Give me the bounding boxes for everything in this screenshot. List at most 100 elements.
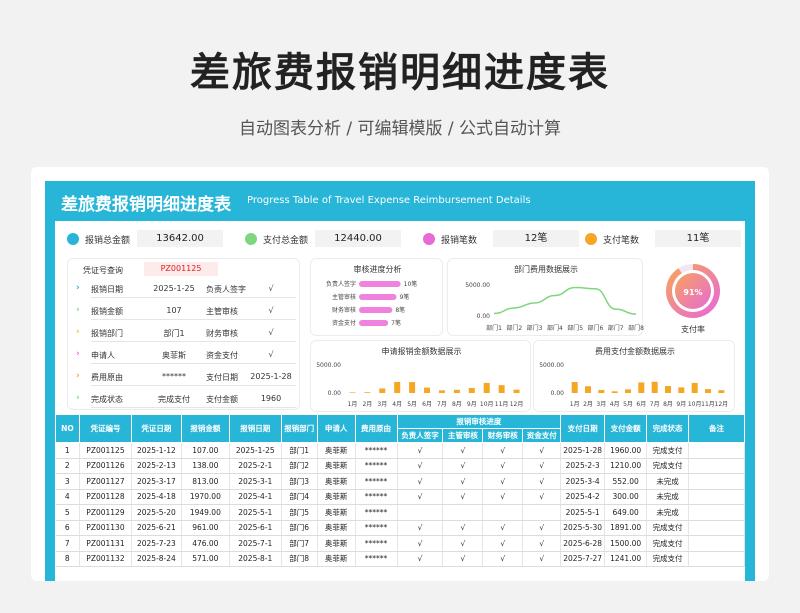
table-cell: 2025-8-24 (131, 551, 182, 567)
bar (571, 382, 578, 393)
table-cell: PZ001125 (79, 442, 132, 459)
table-cell: 2025-1-25 (229, 442, 282, 459)
table-cell: 961.00 (181, 520, 230, 536)
table-cell: √ (397, 535, 444, 552)
voucher-row: › 报销金额 107 主管审核 √ (76, 302, 298, 320)
chevron-right-icon: › (76, 305, 80, 315)
table-cell: 奥菲斯 (317, 458, 356, 474)
bar (513, 389, 520, 393)
x-tick-label: 1月 (348, 401, 358, 408)
y-tick-label: 5000.00 (539, 362, 564, 369)
table-cell: √ (482, 520, 524, 536)
table-cell: 300.00 (604, 489, 648, 505)
table-row[interactable]: 1 PZ001125 2025-1-12 107.00 2025-1-25 部门1 奥菲斯 *… (55, 442, 745, 459)
table-cell (688, 535, 745, 552)
bar (468, 387, 475, 393)
x-tick-label: 部门4 (547, 324, 563, 332)
table-cell: 2025-2-13 (131, 458, 182, 474)
table-cell: √ (442, 442, 484, 459)
table-cell (397, 504, 444, 521)
table-cell: 2025-5-1 (560, 504, 606, 521)
voucher-row-underline (91, 319, 296, 320)
column-header: NO (55, 414, 80, 443)
table-cell: 2025-7-1 (229, 535, 282, 552)
x-tick-label: 部门6 (588, 324, 604, 332)
table-cell: ****** (355, 551, 398, 567)
table-cell: PZ001129 (79, 504, 132, 521)
audit-progress-chart: 负责人签字 10笔主管审核 9笔财务审核 8笔资金支付 7笔 (326, 280, 417, 327)
dashboard-banner: 差旅费报销明细进度表 Progress Table of Travel Expe… (45, 181, 755, 221)
table-cell: 完成支付 (646, 520, 690, 536)
table-cell: PZ001130 (79, 520, 132, 536)
table-cell: 2025-2-1 (229, 458, 282, 474)
x-tick-label: 10月 (688, 401, 702, 408)
bar-category-label: 负责人签字 (326, 280, 356, 288)
voucher-row: › 报销日期 2025-1-25 负责人签字 √ (76, 280, 298, 298)
table-cell: ****** (355, 489, 398, 505)
y-tick-label: 5000.00 (465, 282, 490, 289)
x-tick-label: 5月 (407, 401, 417, 408)
column-header: 支付日期 (560, 414, 606, 443)
kpi-total-reimbursed: 报销总金额 13642.00 (67, 229, 227, 249)
bar (651, 381, 658, 393)
x-tick-label: 4月 (392, 401, 402, 408)
table-cell: 1949.00 (181, 504, 230, 521)
x-tick-label: 9月 (467, 401, 477, 408)
table-cell: ****** (355, 442, 398, 459)
bar (678, 387, 685, 393)
bar (364, 392, 371, 393)
table-cell (442, 504, 484, 521)
x-tick-label: 11月 (495, 401, 509, 408)
department-expense-chart: 5000.00 0.00 部门1 部门2 部门3 部门4 部门5 部门6 部门7 部门8 (465, 282, 644, 332)
bar (409, 382, 416, 393)
voucher-query-input[interactable]: PZ001125 (144, 262, 218, 276)
table-row[interactable]: 2 PZ001126 2025-2-13 138.00 2025-2-1 部门2 奥菲斯 **… (55, 458, 745, 474)
chevron-right-icon: › (76, 371, 80, 381)
table-cell: √ (522, 520, 562, 536)
column-subheader: 负责人签字 (396, 428, 444, 443)
table-row[interactable]: 8 PZ001132 2025-8-24 571.00 2025-8-1 部门8 奥菲斯 **… (55, 551, 745, 567)
table-cell: 2025-7-23 (131, 535, 182, 552)
table-row[interactable]: 7 PZ001131 2025-7-23 476.00 2025-7-1 部门7 奥菲斯 **… (55, 535, 745, 552)
table-cell: 476.00 (181, 535, 230, 552)
kpi-reimburse-count: 报销笔数 12笔 (423, 229, 583, 249)
voucher-field-label: 报销日期 (91, 285, 123, 294)
table-row[interactable]: 6 PZ001130 2025-6-21 961.00 2025-6-1 部门6 奥菲斯 **… (55, 520, 745, 536)
voucher-row-underline (91, 297, 296, 298)
table-cell: 649.00 (604, 504, 648, 521)
kpi-label: 报销总金额 (85, 236, 131, 246)
voucher-field-label: 支付金额 (206, 395, 238, 404)
table-row[interactable]: 5 PZ001129 2025-5-20 1949.00 2025-5-1 部门5 奥菲斯 *… (55, 504, 745, 521)
table-cell: ****** (355, 473, 398, 490)
voucher-row: › 完成状态 完成支付 支付金额 1960 (76, 390, 298, 408)
x-tick-label: 部门8 (628, 324, 644, 332)
table-cell: 奥菲斯 (317, 489, 356, 505)
table-cell: 完成支付 (646, 535, 690, 552)
kpi-value: 12笔 (493, 230, 579, 247)
bar-category-label: 资金支付 (332, 319, 356, 327)
bar (638, 382, 645, 393)
voucher-field-value: 2025-1-25 (153, 284, 195, 293)
kpi-label: 支付总金额 (263, 236, 309, 246)
kpi-value: 13642.00 (137, 230, 223, 247)
bar (483, 382, 490, 393)
table-cell: √ (522, 458, 562, 474)
bar (379, 388, 386, 393)
table-cell: √ (442, 551, 484, 567)
table-cell: 138.00 (181, 458, 230, 474)
table-cell: 部门7 (281, 535, 318, 552)
table-cell: 1970.00 (181, 489, 230, 505)
bar-value-label: 7笔 (391, 319, 401, 327)
table-cell: ****** (355, 458, 398, 474)
bar-category-label: 财务审核 (332, 306, 356, 314)
table-cell: 1241.00 (604, 551, 648, 567)
kpi-label: 报销笔数 (441, 236, 478, 246)
voucher-field-value: √ (268, 350, 274, 359)
table-cell: 奥菲斯 (317, 551, 356, 567)
table-cell (688, 551, 745, 567)
table-cell: √ (442, 458, 484, 474)
bar (498, 385, 505, 393)
table-row[interactable]: 3 PZ001127 2025-3-17 813.00 2025-3-1 部门3 奥菲斯 **… (55, 473, 745, 490)
table-row[interactable]: 4 PZ001128 2025-4-18 1970.00 2025-4-1 部门4 奥菲斯 *… (55, 489, 745, 505)
table-cell: 部门2 (281, 458, 318, 474)
